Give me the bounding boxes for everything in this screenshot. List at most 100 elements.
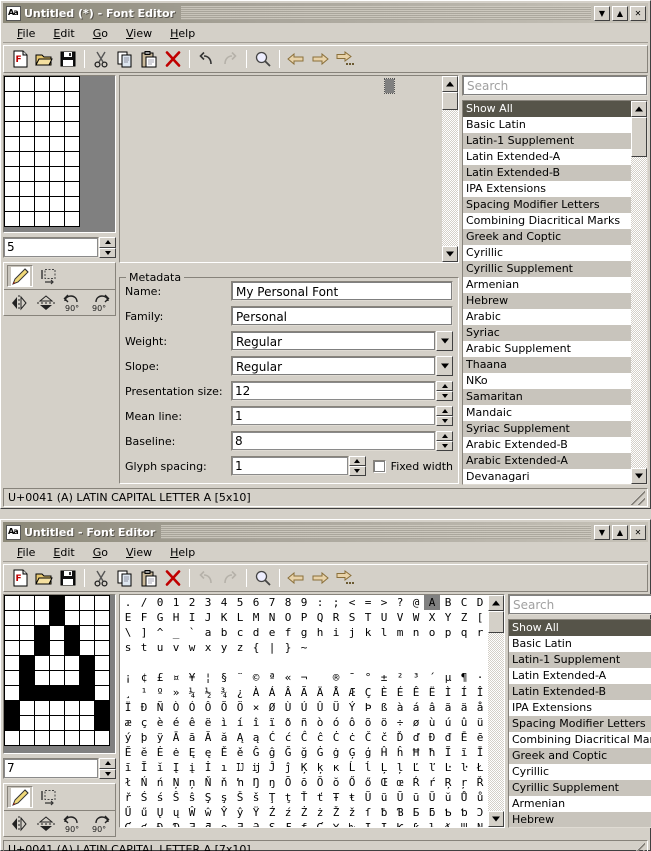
character-cell[interactable]: ĩ xyxy=(456,745,472,760)
glyph-pixel[interactable] xyxy=(49,121,65,137)
character-cell[interactable]: Ě xyxy=(216,745,232,760)
character-cell[interactable]: ¤ xyxy=(168,670,184,685)
glyph-pixel[interactable] xyxy=(64,76,80,92)
unicode-block-item[interactable]: Spacing Modifier Letters xyxy=(463,197,631,213)
character-cell[interactable]: Ą xyxy=(232,730,248,745)
character-cell[interactable]: Ý xyxy=(344,700,360,715)
glyph-pixel[interactable] xyxy=(34,610,50,626)
glyph-pixel[interactable] xyxy=(4,121,20,137)
character-cell[interactable]: Ê xyxy=(408,685,424,700)
character-cell[interactable]: 8 xyxy=(280,595,296,610)
character-cell[interactable] xyxy=(200,655,216,670)
character-cell[interactable]: X xyxy=(424,610,440,625)
unicode-block-item[interactable]: Show All xyxy=(509,620,651,636)
zoom-button[interactable] xyxy=(251,566,275,590)
unicode-block-item[interactable]: Syriac Supplement xyxy=(463,421,631,437)
character-cell[interactable]: a xyxy=(200,625,216,640)
glyph-pixel[interactable] xyxy=(64,151,80,167)
character-cell[interactable]: V xyxy=(392,610,408,625)
unicode-block-item[interactable]: Hebrew xyxy=(463,293,631,309)
glyph-pixel[interactable] xyxy=(64,91,80,107)
unicode-block-item[interactable]: Syriac xyxy=(463,325,631,341)
zoom-button[interactable] xyxy=(251,47,275,71)
glyph-pixel[interactable] xyxy=(34,76,50,92)
open-file-button[interactable] xyxy=(32,47,56,71)
glyph-pixel[interactable] xyxy=(19,181,35,197)
glyph-pixel[interactable] xyxy=(34,196,50,212)
field-slope-select[interactable]: Regular xyxy=(231,356,453,376)
rotate-left-button[interactable]: 90° xyxy=(61,813,86,835)
character-cell[interactable]: ÿ xyxy=(152,730,168,745)
character-cell[interactable]: ƀ xyxy=(376,805,392,820)
character-cell[interactable]: à xyxy=(392,700,408,715)
character-cell[interactable]: ă xyxy=(216,730,232,745)
character-cell[interactable]: » xyxy=(168,685,184,700)
character-cell[interactable]: Ŗ xyxy=(440,775,456,790)
character-cell[interactable]: ř xyxy=(120,790,136,805)
glyph-pixel[interactable] xyxy=(4,685,20,701)
character-cell[interactable]: / xyxy=(136,595,152,610)
glyph-pixel[interactable] xyxy=(34,640,50,656)
mean-line-increment[interactable] xyxy=(436,406,453,416)
character-cell[interactable]: Š xyxy=(232,790,248,805)
glyph-pixel[interactable] xyxy=(49,166,65,182)
glyph-pixel[interactable] xyxy=(49,106,65,122)
character-cell[interactable]: Ő xyxy=(344,775,360,790)
character-cell[interactable]: Ô xyxy=(200,700,216,715)
character-cell[interactable]: Ç xyxy=(360,685,376,700)
glyph-pixel[interactable] xyxy=(94,670,110,686)
delete-button[interactable] xyxy=(161,566,185,590)
menu-edit[interactable]: Edit xyxy=(44,25,83,42)
minimize-button[interactable]: ▼ xyxy=(594,525,610,540)
character-cell[interactable]: Ċ xyxy=(328,730,344,745)
glyph-pixel[interactable] xyxy=(94,655,110,671)
character-cell[interactable] xyxy=(376,655,392,670)
character-cell[interactable]: y xyxy=(216,640,232,655)
back-button[interactable] xyxy=(284,47,308,71)
character-cell[interactable]: ñ xyxy=(296,715,312,730)
glyph-pixel[interactable] xyxy=(64,640,80,656)
character-cell[interactable]: ĳ xyxy=(248,760,264,775)
glyph-pixel[interactable] xyxy=(4,610,20,626)
character-cell[interactable]: A xyxy=(424,595,440,610)
character-cell[interactable]: É xyxy=(392,685,408,700)
glyph-pixel[interactable] xyxy=(19,106,35,122)
scroll-up-button[interactable] xyxy=(631,101,647,117)
unicode-block-item[interactable]: Spacing Modifier Letters xyxy=(509,716,651,732)
unicode-block-item[interactable]: Latin Extended-B xyxy=(463,165,631,181)
glyph-pixel[interactable] xyxy=(34,91,50,107)
character-cell[interactable]: ı xyxy=(216,760,232,775)
glyph-pixel[interactable] xyxy=(49,730,65,746)
field-presentation-size-stepper[interactable]: 12 xyxy=(231,381,453,401)
character-cell[interactable]: Ķ xyxy=(296,760,312,775)
character-cell[interactable]: S xyxy=(344,610,360,625)
character-cell[interactable]: é xyxy=(168,715,184,730)
character-cell[interactable]: º xyxy=(152,685,168,700)
character-cell[interactable]: Ň xyxy=(200,775,216,790)
glyph-pixel[interactable] xyxy=(34,700,50,716)
character-cell[interactable]: Ë xyxy=(424,685,440,700)
glyph-width-value[interactable]: 5 xyxy=(3,237,99,258)
maximize-button[interactable]: ▲ xyxy=(612,525,628,540)
glyph-pixel[interactable] xyxy=(79,655,95,671)
glyph-pixel[interactable] xyxy=(4,715,20,731)
character-cell[interactable]: ż xyxy=(312,805,328,820)
character-cell[interactable]: Ŋ xyxy=(248,775,264,790)
character-cell[interactable] xyxy=(168,655,184,670)
field-mean-line-value[interactable]: 1 xyxy=(231,406,436,426)
select-tool-button[interactable] xyxy=(35,786,61,808)
glyph-width-increment[interactable] xyxy=(99,758,116,769)
glyph-pixel[interactable] xyxy=(4,655,20,671)
unicode-block-item[interactable]: Latin-1 Supplement xyxy=(463,133,631,149)
character-cell[interactable]: Ņ xyxy=(168,775,184,790)
glyph-pixel[interactable] xyxy=(64,685,80,701)
character-cell[interactable] xyxy=(392,655,408,670)
flip-vertical-button[interactable] xyxy=(34,813,59,835)
character-cell[interactable] xyxy=(360,655,376,670)
character-cell[interactable]: Ƒ xyxy=(280,820,296,827)
glyph-pixel[interactable] xyxy=(64,670,80,686)
character-cell[interactable]: ę xyxy=(200,745,216,760)
character-cell[interactable]: ƃ xyxy=(424,805,440,820)
character-cell[interactable]: Ĉ xyxy=(296,730,312,745)
unicode-block-item[interactable]: NKo xyxy=(463,373,631,389)
